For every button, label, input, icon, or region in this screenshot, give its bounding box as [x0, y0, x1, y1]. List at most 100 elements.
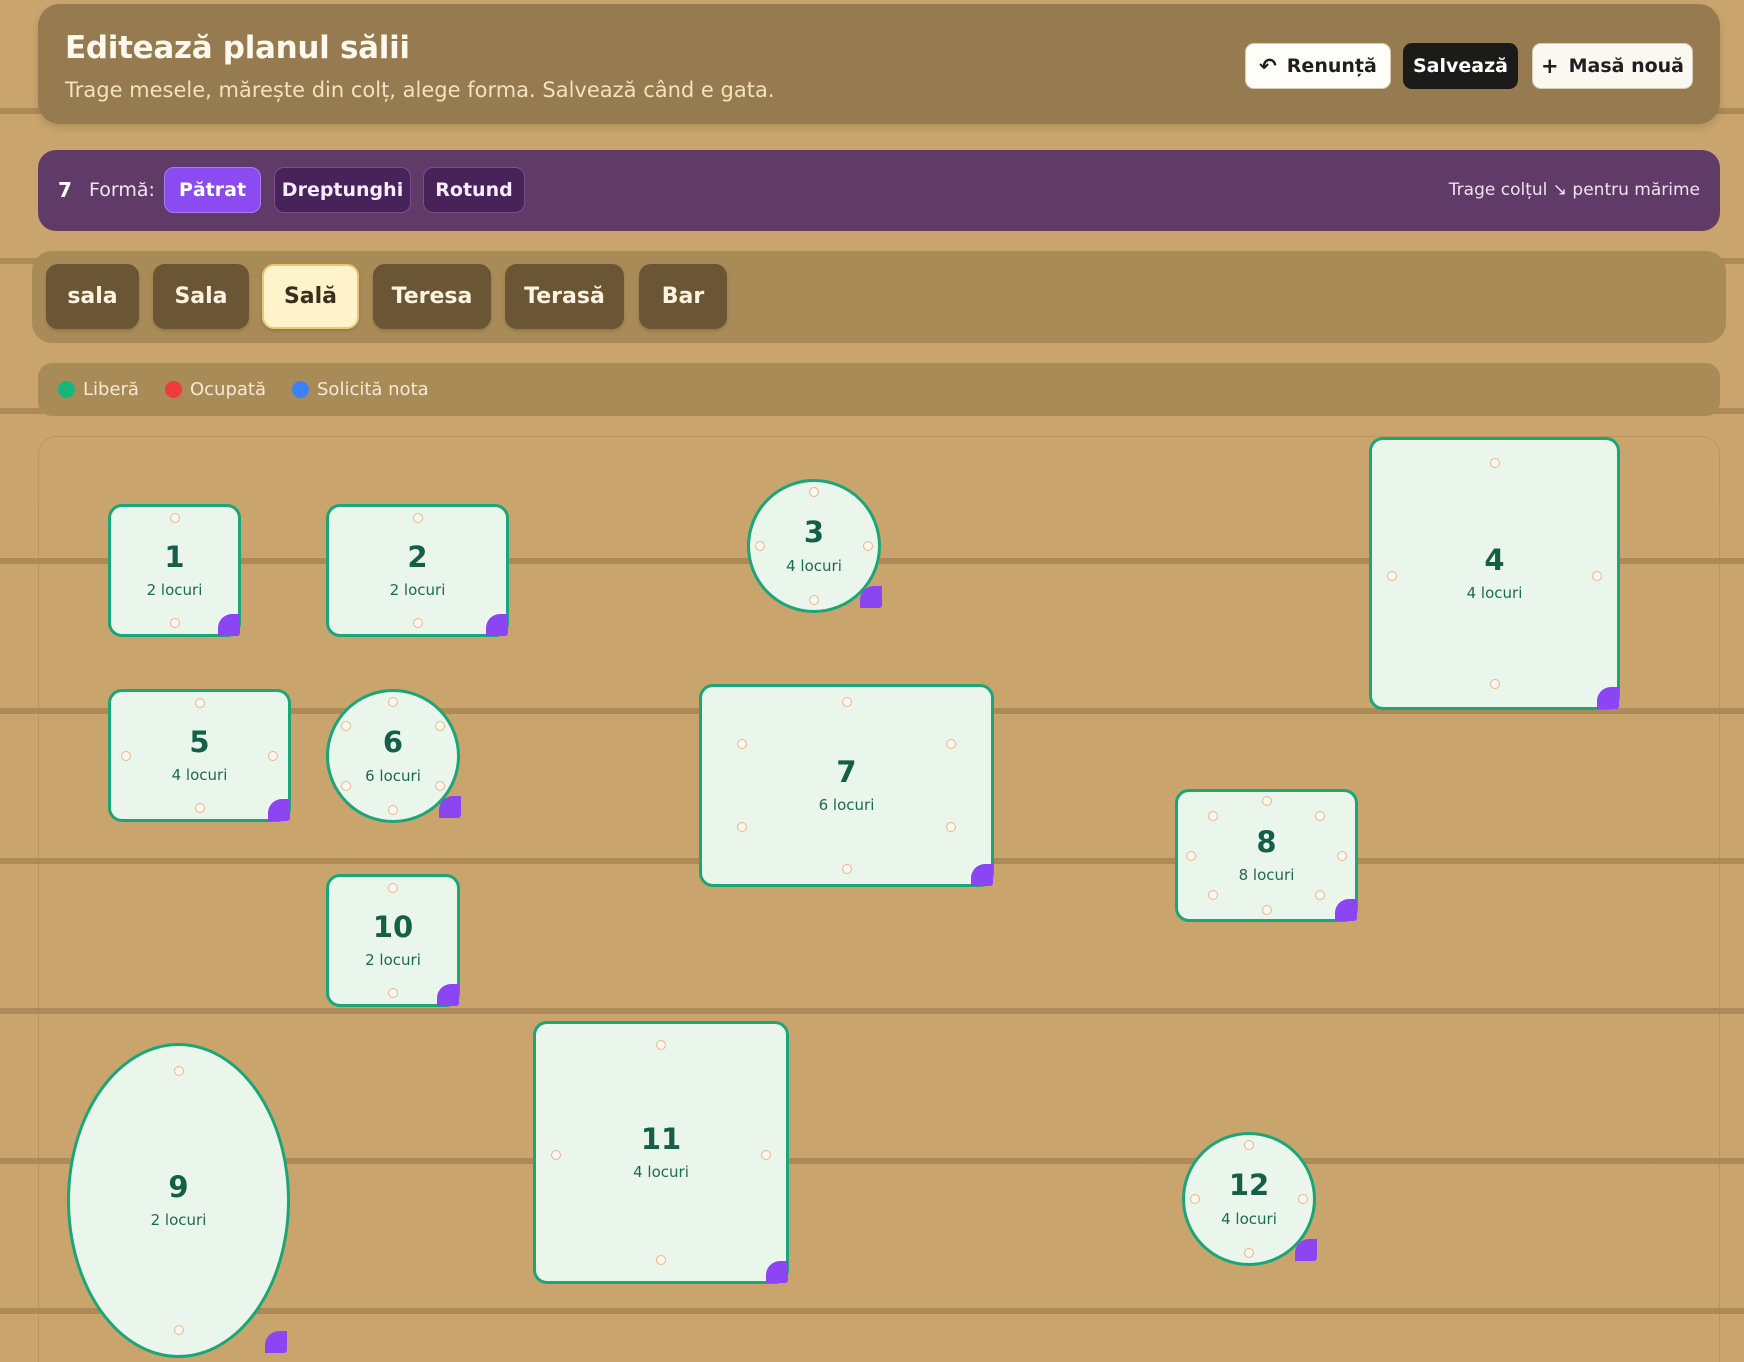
cancel-button-label: Renunță [1286, 55, 1377, 77]
resize-handle[interactable] [218, 614, 240, 636]
room-tab-bar[interactable]: Bar [639, 264, 727, 329]
legend-dot-bill [292, 381, 309, 398]
table-9[interactable]: 9 2 locuri [67, 1043, 290, 1358]
seat-marker [863, 541, 873, 551]
seat-marker [1315, 811, 1325, 821]
legend-item-occupied: Ocupată [164, 379, 266, 400]
table-6[interactable]: 6 6 locuri [326, 689, 461, 823]
selected-table-number: 7 [58, 178, 72, 202]
save-button[interactable]: Salvează [1403, 43, 1518, 89]
seat-marker [341, 721, 351, 731]
page-title: Editează planul sălii [65, 30, 410, 66]
table-5[interactable]: 5 4 locuri [108, 689, 291, 822]
shape-option-square[interactable]: Pătrat [164, 167, 261, 213]
resize-handle[interactable] [1295, 1239, 1317, 1261]
seat-marker [174, 1325, 184, 1335]
seat-marker [170, 513, 180, 523]
table-4[interactable]: 4 4 locuri [1369, 437, 1620, 710]
table-seats: 4 locuri [633, 1163, 689, 1182]
resize-handle[interactable] [1597, 687, 1619, 709]
resize-handle[interactable] [860, 586, 882, 608]
legend-dot-occupied [164, 381, 182, 398]
seat-marker [842, 864, 852, 874]
room-tab-sala-lower[interactable]: sala [46, 264, 139, 329]
table-seats: 8 locuri [1238, 866, 1295, 885]
status-legend: Liberă Ocupată Solicită nota [38, 363, 1720, 416]
seat-marker [195, 803, 205, 813]
table-7[interactable]: 7 6 locuri [699, 684, 994, 887]
seat-marker [170, 618, 180, 628]
resize-handle[interactable] [971, 864, 993, 886]
room-tab-terasa[interactable]: Terasă [505, 264, 624, 329]
editor-header: Editează planul sălii Trage mesele, măre… [38, 4, 1720, 124]
seat-marker [809, 595, 819, 605]
table-1[interactable]: 1 2 locuri [108, 504, 241, 637]
table-number: 8 [1256, 824, 1277, 859]
seat-marker [1490, 679, 1500, 689]
resize-handle[interactable] [437, 984, 459, 1006]
table-number: 10 [372, 909, 414, 944]
shape-option-round[interactable]: Rotund [423, 167, 525, 213]
seat-marker [656, 1040, 666, 1050]
shape-option-rectangle[interactable]: Dreptunghi [274, 167, 411, 213]
seat-marker [268, 751, 278, 761]
room-tab-teresa[interactable]: Teresa [373, 264, 491, 329]
table-seats: 4 locuri [171, 766, 228, 785]
table-seats: 2 locuri [365, 951, 421, 970]
seat-marker [1592, 571, 1602, 581]
table-8[interactable]: 8 8 locuri [1175, 789, 1358, 922]
resize-handle[interactable] [439, 796, 461, 818]
seat-marker [1190, 1194, 1200, 1204]
seat-marker [413, 618, 423, 628]
seat-marker [388, 883, 398, 893]
table-3[interactable]: 3 4 locuri [747, 479, 882, 613]
seat-marker [388, 697, 398, 707]
resize-handle[interactable] [1335, 899, 1357, 921]
resize-handle[interactable] [486, 614, 508, 636]
resize-handle[interactable] [766, 1261, 788, 1283]
cancel-button[interactable]: ↶ Renunță [1245, 43, 1391, 89]
resize-hint: Trage colțul ↘ pentru mărime [1448, 180, 1700, 200]
seat-marker [1262, 905, 1272, 915]
table-seats: 6 locuri [818, 796, 875, 815]
table-2[interactable]: 2 2 locuri [326, 504, 509, 637]
seat-marker [551, 1150, 561, 1160]
room-tab-sala[interactable]: Sala [153, 264, 249, 329]
table-seats: 2 locuri [150, 1211, 207, 1230]
table-number: 1 [164, 539, 185, 574]
seat-marker [195, 698, 205, 708]
seat-marker [737, 739, 747, 749]
seat-marker [1186, 851, 1196, 861]
seat-marker [842, 697, 852, 707]
legend-label-free: Liberă [83, 379, 139, 400]
table-12[interactable]: 12 4 locuri [1182, 1132, 1317, 1266]
seat-marker [755, 541, 765, 551]
resize-handle[interactable] [268, 799, 290, 821]
new-table-button[interactable]: + Masă nouă [1532, 43, 1693, 89]
seat-marker [174, 1066, 184, 1076]
table-number: 12 [1228, 1168, 1270, 1203]
table-number: 9 [168, 1169, 189, 1204]
table-10[interactable]: 10 2 locuri [326, 874, 460, 1007]
room-tab-sala-active[interactable]: Sală [262, 264, 359, 329]
seat-marker [1262, 796, 1272, 806]
floor-plan-canvas: 1 2 locuri 2 2 locuri 3 4 locuri 4 4 loc… [38, 436, 1720, 1362]
page-subtitle: Trage mesele, mărește din colț, alege fo… [65, 78, 775, 102]
table-11[interactable]: 11 4 locuri [533, 1021, 789, 1284]
seat-marker [388, 805, 398, 815]
table-number: 3 [803, 515, 825, 550]
seat-marker [413, 513, 423, 523]
undo-icon: ↶ [1259, 53, 1277, 78]
table-number: 11 [640, 1121, 682, 1156]
seat-marker [1208, 811, 1218, 821]
table-number: 2 [407, 539, 428, 574]
table-seats: 4 locuri [1466, 584, 1523, 603]
shape-label: Formă: [89, 179, 155, 201]
table-number: 4 [1484, 542, 1505, 577]
resize-handle[interactable] [265, 1331, 287, 1353]
seat-marker [1244, 1248, 1254, 1258]
seat-marker [1387, 571, 1397, 581]
legend-label-bill: Solicită nota [317, 379, 429, 400]
seat-marker [388, 988, 398, 998]
save-button-label: Salvează [1413, 55, 1508, 77]
